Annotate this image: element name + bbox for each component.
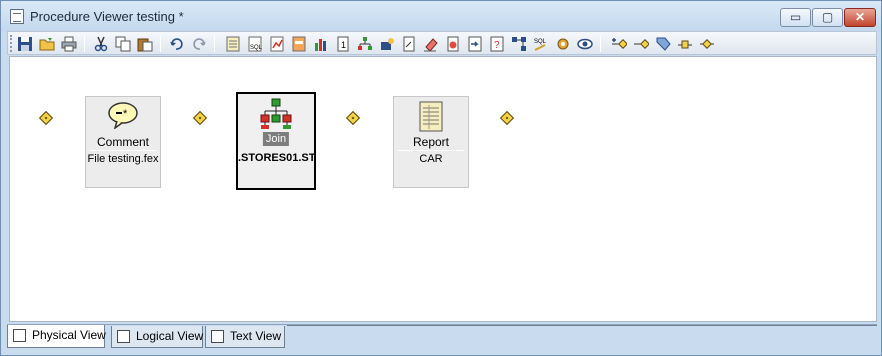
application-window: Procedure Viewer testing * ▭ ▢ ✕ SQL 1 ?… [0, 0, 882, 356]
toolbar-grip[interactable] [10, 35, 14, 52]
undo-icon[interactable] [168, 35, 186, 53]
report-node[interactable]: Report CAR [393, 96, 469, 188]
tab-text-view[interactable]: Text View [205, 326, 285, 348]
node-detail: CAR [419, 153, 443, 165]
print-icon[interactable] [60, 35, 78, 53]
graph-icon[interactable] [268, 35, 286, 53]
html-form-icon[interactable] [290, 35, 308, 53]
close-button[interactable]: ✕ [844, 8, 876, 27]
network-icon[interactable] [510, 35, 528, 53]
cut-icon[interactable] [92, 35, 110, 53]
title-bar[interactable]: Procedure Viewer testing * ▭ ▢ ✕ [1, 1, 881, 31]
physical-view-icon [13, 329, 26, 342]
svg-text:1: 1 [341, 40, 346, 50]
eraser-icon[interactable] [422, 35, 440, 53]
connector-diamond[interactable] [499, 110, 515, 126]
tab-label: Text View [230, 329, 282, 343]
toolbar-separator [84, 35, 85, 52]
maximize-icon: ▢ [821, 10, 834, 24]
maximize-button[interactable]: ▢ [812, 8, 843, 27]
svg-text:?: ? [494, 40, 500, 51]
svg-text:SQL: SQL [534, 39, 547, 45]
tab-logical-view[interactable]: Logical View [111, 326, 203, 348]
sql-icon[interactable]: SQL [532, 35, 550, 53]
node-detail: .STORES01.ST [238, 152, 314, 164]
copy-icon[interactable] [114, 35, 132, 53]
node-label: Join [262, 132, 290, 146]
import-icon[interactable] [466, 35, 484, 53]
tab-label: Physical View [32, 328, 106, 342]
node-detail: File testing.fex [87, 153, 159, 165]
document-icon[interactable] [400, 35, 418, 53]
help-icon[interactable]: ? [488, 35, 506, 53]
comment-node[interactable]: * Comment File testing.fex [85, 96, 161, 188]
svg-text:*: * [123, 108, 128, 120]
connector-diamond[interactable] [192, 110, 208, 126]
toolbar-separator [160, 35, 161, 52]
toolbar-separator [600, 35, 601, 52]
document-window-icon [10, 9, 24, 24]
node-label: Comment [96, 135, 149, 149]
report-icon [394, 101, 468, 135]
join-icon [238, 98, 314, 132]
link-icon[interactable] [676, 35, 694, 53]
logical-view-icon [117, 330, 130, 343]
view-tabs: Physical View Logical View Text View [7, 324, 877, 348]
join-icon[interactable] [356, 35, 374, 53]
redo-icon[interactable] [190, 35, 208, 53]
connector-diamond[interactable] [345, 110, 361, 126]
tab-label: Logical View [136, 329, 204, 343]
svg-text:SQL: SQL [250, 45, 263, 51]
gear-icon[interactable] [554, 35, 572, 53]
text-view-icon [211, 330, 224, 343]
tab-physical-view[interactable]: Physical View [7, 325, 106, 348]
connect-icon[interactable] [632, 35, 650, 53]
define-icon[interactable] [378, 35, 396, 53]
toolbar-separator [214, 35, 215, 52]
toolbar: SQL 1 ? SQL [7, 31, 877, 55]
number-icon[interactable]: 1 [334, 35, 352, 53]
report-icon[interactable] [224, 35, 242, 53]
tab-strip-line [287, 325, 877, 326]
close-icon: ✕ [854, 10, 866, 24]
join-node[interactable]: Join .STORES01.ST [236, 92, 316, 190]
sql-report-icon[interactable]: SQL [246, 35, 264, 53]
save-icon[interactable] [16, 35, 34, 53]
procedure-canvas[interactable]: * Comment File testing.fex Join .STORES0… [9, 56, 877, 322]
node-divider [398, 150, 464, 151]
tag-icon[interactable] [654, 35, 672, 53]
window-title: Procedure Viewer testing * [30, 9, 184, 24]
view-icon[interactable] [576, 35, 594, 53]
node-label: Report [412, 135, 450, 149]
minimize-button[interactable]: ▭ [780, 8, 811, 27]
open-icon[interactable] [38, 35, 56, 53]
connector-diamond[interactable] [38, 110, 54, 126]
paste-icon[interactable] [136, 35, 154, 53]
comment-icon: * [86, 101, 160, 135]
diamond-tool-icon[interactable] [698, 35, 716, 53]
add-node-icon[interactable] [610, 35, 628, 53]
node-divider [90, 150, 156, 151]
color-icon[interactable] [444, 35, 462, 53]
minimize-icon: ▭ [789, 10, 802, 24]
chart-icon[interactable] [312, 35, 330, 53]
